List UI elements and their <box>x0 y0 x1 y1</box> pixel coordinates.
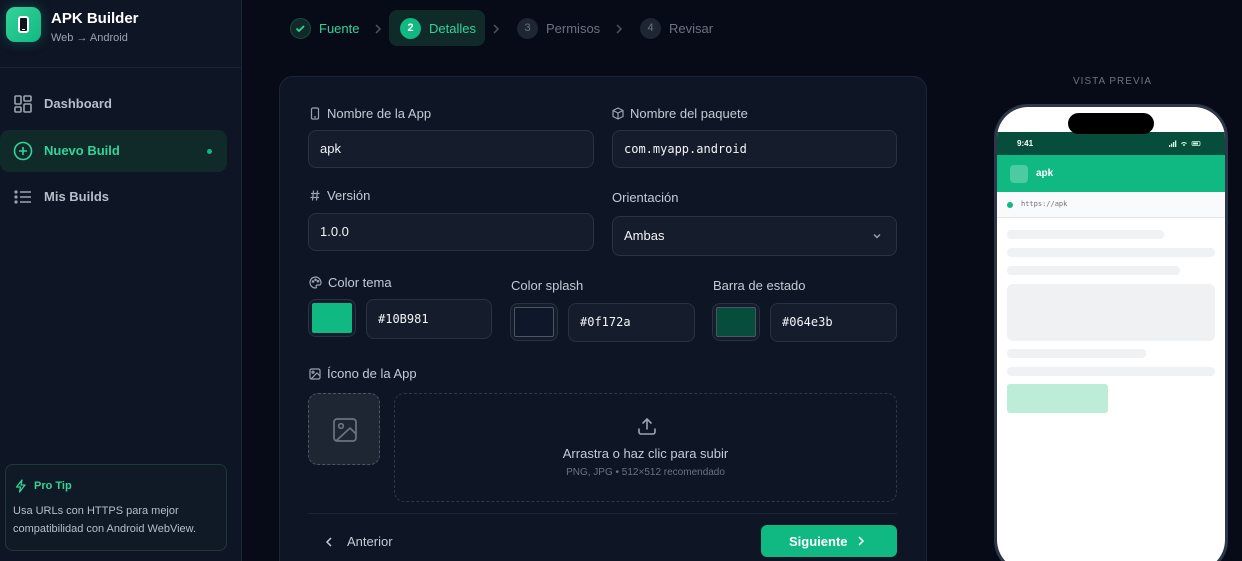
brand-title: APK Builder <box>51 10 139 27</box>
icon-upload-dropzone[interactable]: Arrastra o haz clic para subir PNG, JPG … <box>394 393 897 502</box>
sidebar-item-label: Mis Builds <box>44 189 110 204</box>
theme-color-swatch[interactable] <box>308 299 356 337</box>
app-name-label: Nombre de la App <box>309 106 431 121</box>
preview-app-name: apk <box>1036 168 1054 179</box>
chevron-right-icon <box>375 24 382 34</box>
splash-color-input[interactable]: #0f172a <box>568 303 695 342</box>
preview-url: https://apk <box>1021 200 1068 208</box>
skeleton-line <box>1007 349 1146 358</box>
previous-button[interactable]: Anterior <box>318 527 408 557</box>
dropzone-text: Arrastra o haz clic para subir <box>562 446 729 461</box>
chevron-left-icon <box>325 537 332 547</box>
status-bar-color-input[interactable]: #064e3b <box>770 303 897 342</box>
pro-tip-text: Usa URLs con HTTPS para mejor compatibil… <box>13 505 197 535</box>
dashboard-grid-icon <box>14 95 32 113</box>
step-permisos[interactable]: 3 Permisos <box>506 10 606 46</box>
theme-color-input[interactable]: #10B981 <box>366 299 492 339</box>
preview-url-bar: https://apk <box>997 192 1225 218</box>
skeleton-line <box>1007 266 1180 275</box>
skeleton-block <box>1007 284 1215 341</box>
package-name-label: Nombre del paquete <box>612 106 748 121</box>
step-label: Revisar <box>669 21 714 36</box>
form-divider <box>308 513 897 514</box>
brand-subtitle: Web → Android <box>51 32 128 44</box>
brand-header: APK Builder Web → Android <box>0 0 241 68</box>
status-icons <box>1169 140 1201 147</box>
theme-color-label: Color tema <box>309 275 392 290</box>
status-bar-color-label: Barra de estado <box>713 278 806 293</box>
list-icon <box>14 190 31 204</box>
sidebar-item-dashboard[interactable]: Dashboard <box>0 83 227 125</box>
orientation-selected-value: Ambas <box>624 228 665 243</box>
sidebar-item-label: Nuevo Build <box>44 143 120 158</box>
smartphone-icon <box>310 107 320 120</box>
status-bar-color-swatch[interactable] <box>712 303 760 341</box>
sidebar: APK Builder Web → Android Dashboard Nuev… <box>0 0 242 561</box>
orientation-label: Orientación <box>612 190 679 205</box>
step-revisar[interactable]: 4 Revisar <box>629 10 725 46</box>
package-name-input[interactable]: com.myapp.android <box>612 130 897 168</box>
lightning-icon <box>15 479 26 493</box>
preview-label: VISTA PREVIA <box>1073 76 1153 87</box>
phone-notch <box>1068 113 1154 134</box>
active-indicator-dot <box>207 149 212 154</box>
app-logo-icon <box>6 7 41 42</box>
version-input[interactable]: 1.0.0 <box>308 213 594 251</box>
chevron-right-icon <box>616 24 623 34</box>
chevron-right-icon <box>858 536 865 546</box>
app-icon-label: Ícono de la App <box>309 366 417 381</box>
skeleton-line <box>1007 248 1215 257</box>
step-label: Fuente <box>319 21 360 36</box>
phone-preview: 9:41 apk https://apk <box>994 104 1228 561</box>
skeleton-button <box>1007 384 1108 413</box>
sidebar-item-nuevo-build[interactable]: Nuevo Build <box>0 130 227 172</box>
image-icon <box>309 368 321 380</box>
sidebar-item-mis-builds[interactable]: Mis Builds <box>0 176 227 218</box>
splash-color-swatch[interactable] <box>510 303 558 341</box>
package-box-icon <box>612 107 624 120</box>
splash-color-label: Color splash <box>511 278 584 293</box>
chevron-right-icon <box>493 24 500 34</box>
palette-icon <box>309 276 322 289</box>
step-number: 3 <box>517 18 538 39</box>
skeleton-line <box>1007 230 1164 239</box>
preview-app-icon <box>1010 165 1028 183</box>
skeleton-line <box>1007 367 1215 376</box>
plus-circle-icon <box>13 141 33 161</box>
pro-tip-card: Pro Tip Usa URLs con HTTPS para mejor co… <box>5 464 227 551</box>
secure-dot-icon <box>1007 202 1013 208</box>
step-detalles[interactable]: 2 Detalles <box>389 10 485 46</box>
app-name-input[interactable]: apk <box>308 130 594 168</box>
sidebar-item-label: Dashboard <box>44 96 112 111</box>
next-button[interactable]: Siguiente <box>761 525 897 557</box>
preview-app-bar: apk <box>997 155 1225 192</box>
app-icon-preview[interactable] <box>308 393 380 465</box>
step-number: 4 <box>640 18 661 39</box>
status-time: 9:41 <box>1017 139 1034 148</box>
image-placeholder-icon <box>333 418 357 442</box>
orientation-select[interactable]: Ambas <box>612 216 897 256</box>
chevron-down-icon <box>873 234 881 239</box>
step-label: Permisos <box>546 21 601 36</box>
phone-screen: 9:41 apk https://apk <box>997 107 1225 561</box>
phone-status-bar: 9:41 <box>997 132 1225 155</box>
dropzone-hint: PNG, JPG • 512×512 recomendado <box>566 467 725 478</box>
hash-icon <box>310 190 320 201</box>
pro-tip-title: Pro Tip <box>34 480 72 492</box>
step-number: 2 <box>400 18 421 39</box>
version-label: Versión <box>309 188 370 203</box>
check-icon <box>290 18 311 39</box>
upload-icon <box>638 417 656 435</box>
step-label: Detalles <box>429 21 476 36</box>
step-fuente[interactable]: Fuente <box>279 10 379 46</box>
